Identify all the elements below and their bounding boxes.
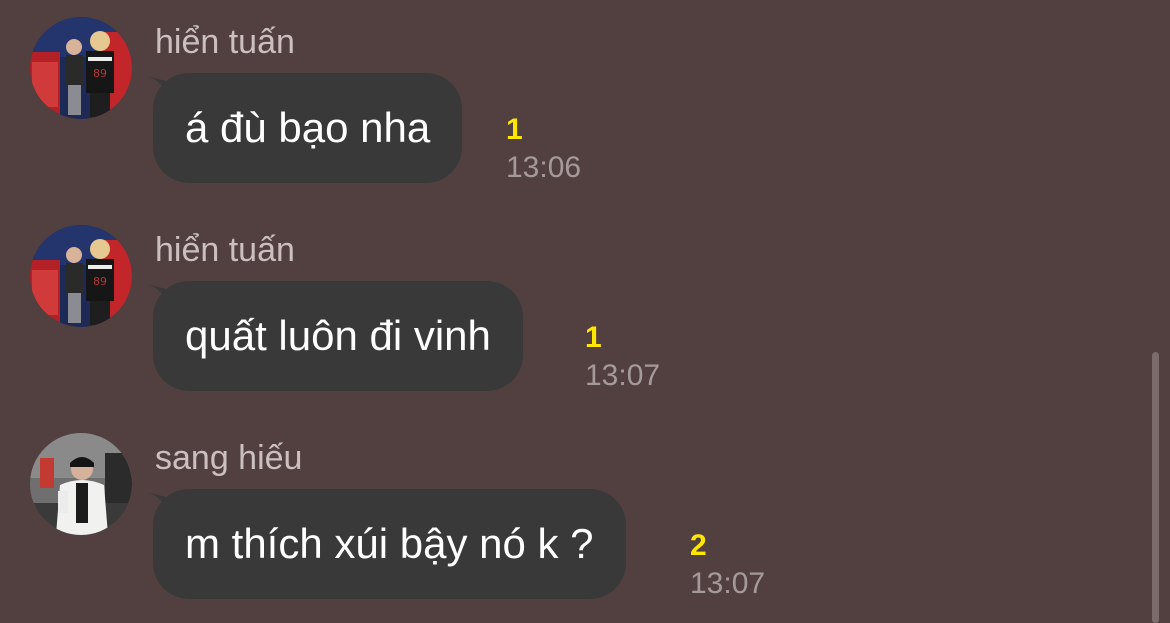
svg-text:89: 89 [93,67,107,80]
sender-avatar[interactable]: 89 [30,225,132,327]
sender-name: hiển tuấn [155,231,295,269]
message-meta: 2 13:07 [690,529,765,601]
unread-count: 1 [585,321,602,354]
unread-count: 2 [690,529,707,562]
avatar-person-jacket-icon [30,433,132,535]
scrollbar[interactable] [1152,352,1159,623]
message-bubble[interactable]: m thích xúi bậy nó k ? [153,489,626,599]
sender-name: hiển tuấn [155,23,295,61]
unread-count: 1 [506,113,523,146]
sender-avatar[interactable] [30,433,132,535]
message-time: 13:07 [585,359,661,392]
avatar-two-people-icon: 89 [30,17,132,119]
sender-avatar[interactable]: 89 [30,17,132,119]
chat-area[interactable]: 89 hiển tuấn á đù bạo nha 1 13:06 89 hiể… [0,0,1170,623]
message-bubble[interactable]: quất luôn đi vinh [153,281,523,391]
message-bubble[interactable]: á đù bạo nha [153,73,463,183]
message-time: 13:06 [506,151,582,184]
message-meta: 1 13:06 [506,113,581,185]
sender-name: sang hiếu [155,439,303,477]
svg-text:89: 89 [93,275,107,288]
avatar-two-people-icon: 89 [30,225,132,327]
message-meta: 1 13:07 [585,321,660,393]
message-time: 13:07 [690,567,766,600]
